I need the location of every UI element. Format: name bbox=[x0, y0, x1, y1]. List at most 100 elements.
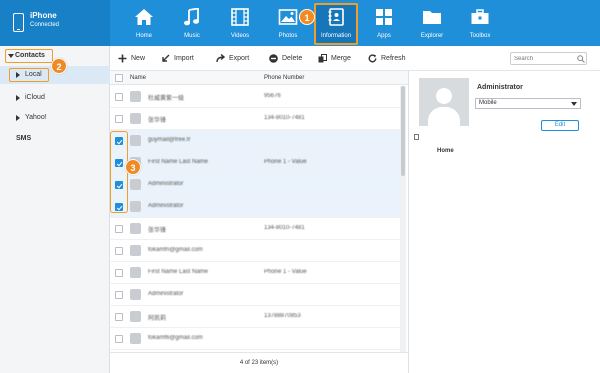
collapse-arrow-icon bbox=[16, 95, 20, 101]
callout-badge-3: 3 bbox=[125, 159, 141, 175]
row-checkbox[interactable] bbox=[115, 335, 123, 343]
nav-videos[interactable]: Videos bbox=[216, 0, 264, 46]
column-header-name[interactable]: Name bbox=[130, 75, 146, 81]
nav-information[interactable]: Information bbox=[312, 0, 360, 46]
phone-number-cell: 134-8010-7481 bbox=[264, 225, 305, 231]
phone-number-cell: Phone 1 - Value bbox=[264, 159, 307, 165]
row-checkbox[interactable] bbox=[115, 313, 123, 321]
table-row[interactable]: Administrator bbox=[110, 196, 400, 218]
phone-type-select[interactable]: Mobile bbox=[475, 98, 581, 109]
nav-toolbox[interactable]: Toolbox bbox=[456, 0, 504, 46]
nav-label: Home bbox=[135, 33, 152, 39]
phone-type-value: Mobile bbox=[479, 100, 497, 106]
contact-name-cell: 阿凯莉 bbox=[148, 316, 167, 322]
contact-name-cell: fokamfn@gmail.com bbox=[148, 247, 203, 253]
contact-name-cell: 张华锋 bbox=[148, 228, 167, 234]
column-header-phone[interactable]: Phone Number bbox=[264, 75, 304, 81]
bookmark-icon bbox=[414, 134, 419, 140]
nav-label: Apps bbox=[377, 33, 391, 39]
table-row[interactable]: Administrator bbox=[110, 284, 400, 306]
export-arrow-icon bbox=[216, 54, 225, 63]
sidebar-item-label: iCloud bbox=[25, 94, 45, 101]
contact-detail-panel: Administrator Mobile Edit Home bbox=[408, 71, 600, 373]
contact-name-cell: Administrator bbox=[148, 291, 184, 297]
row-checkbox[interactable] bbox=[115, 225, 123, 233]
table-footer: 4 of 23 item(s) bbox=[110, 352, 408, 373]
contact-avatar bbox=[130, 245, 141, 256]
row-checkbox[interactable] bbox=[115, 291, 123, 299]
nav-home[interactable]: Home bbox=[120, 0, 168, 46]
phone-number-cell: 95676 bbox=[264, 93, 281, 99]
table-row[interactable]: fokamf6@gmail.com bbox=[110, 328, 400, 350]
contact-avatar bbox=[130, 91, 141, 102]
checked-rows-highlight bbox=[110, 131, 128, 213]
edit-button[interactable]: Edit bbox=[541, 120, 579, 131]
sidebar-item-icloud[interactable]: iCloud bbox=[0, 90, 110, 106]
avatar-head bbox=[436, 88, 452, 104]
search-box[interactable] bbox=[510, 52, 587, 65]
contact-avatar bbox=[130, 311, 141, 322]
table-row[interactable]: 杜威黄紫一级 95676 bbox=[110, 86, 400, 108]
table-row[interactable]: First Name Last Name Phone 1 - Value bbox=[110, 262, 400, 284]
toolbox-icon bbox=[471, 9, 489, 24]
refresh-icon bbox=[368, 54, 377, 63]
nav-explorer[interactable]: Explorer bbox=[408, 0, 456, 46]
new-label: New bbox=[131, 55, 146, 62]
table-row[interactable]: 张华锋 134-8010-7481 bbox=[110, 108, 400, 130]
table-row[interactable]: fokamfn@gmail.com bbox=[110, 240, 400, 262]
phone-number-cell: Phone 1 - Value bbox=[264, 269, 307, 275]
sidebar-item-contacts[interactable]: Contacts bbox=[5, 49, 53, 63]
table-row[interactable]: First Name Last Name Phone 1 - Value bbox=[110, 152, 400, 174]
top-bar: iPhone Connected Home Music Videos Photo… bbox=[0, 0, 600, 46]
table-row[interactable]: Administrator bbox=[110, 174, 400, 196]
table-scrollbar[interactable] bbox=[400, 86, 406, 352]
folder-icon bbox=[423, 11, 441, 24]
sidebar-item-sms[interactable]: SMS bbox=[16, 135, 31, 142]
callout-badge-2: 2 bbox=[51, 58, 67, 74]
film-icon bbox=[231, 8, 249, 26]
search-icon bbox=[577, 55, 585, 63]
search-input[interactable] bbox=[514, 54, 574, 64]
table-row[interactable]: 张华锋 134-8010-7481 bbox=[110, 218, 400, 240]
row-checkbox[interactable] bbox=[115, 93, 123, 101]
sidebar-item-label: Yahoo! bbox=[25, 114, 47, 121]
import-label: Import bbox=[174, 55, 194, 62]
contact-avatar bbox=[130, 333, 141, 344]
item-count: 4 of 23 item(s) bbox=[239, 360, 279, 366]
minus-circle-icon bbox=[269, 54, 278, 63]
sidebar-item-label: Local bbox=[25, 71, 42, 78]
contact-avatar bbox=[130, 179, 141, 190]
merge-label: Merge bbox=[331, 55, 351, 62]
contact-name-cell: 杜威黄紫一级 bbox=[148, 96, 185, 102]
table-row[interactable]: guymail@free.fr bbox=[110, 130, 400, 152]
contact-photo[interactable] bbox=[419, 78, 469, 126]
callout-badge-1: 1 bbox=[299, 9, 315, 25]
nav-music[interactable]: Music bbox=[168, 0, 216, 46]
device-status: Connected bbox=[30, 22, 60, 28]
contact-name-cell: First Name Last Name bbox=[148, 159, 209, 165]
select-all-checkbox[interactable] bbox=[115, 74, 123, 82]
sidebar-item-label: Contacts bbox=[15, 52, 45, 59]
row-checkbox[interactable] bbox=[115, 247, 123, 255]
nav-label: Explorer bbox=[420, 33, 444, 39]
device-panel[interactable]: iPhone Connected bbox=[0, 0, 110, 46]
row-checkbox[interactable] bbox=[115, 269, 123, 277]
refresh-label: Refresh bbox=[381, 55, 406, 62]
nav-apps[interactable]: Apps bbox=[360, 0, 408, 46]
phone-number-cell: 134-8010-7481 bbox=[264, 115, 305, 121]
sidebar-item-yahoo[interactable]: Yahoo! bbox=[0, 110, 110, 126]
contact-name-cell: fokamf6@gmail.com bbox=[148, 335, 203, 341]
scrollbar-thumb[interactable] bbox=[401, 86, 405, 176]
chevron-down-icon bbox=[571, 102, 577, 106]
sidebar: Contacts Local iCloud Yahoo! SMS bbox=[0, 46, 110, 373]
nav-label: Videos bbox=[230, 33, 250, 39]
contact-name: Administrator bbox=[477, 84, 523, 91]
home-icon bbox=[135, 9, 153, 25]
collapse-arrow-icon bbox=[16, 72, 20, 78]
phone-number-cell: 13788870853 bbox=[264, 313, 301, 319]
contact-avatar bbox=[130, 201, 141, 212]
contact-name-cell: guymail@free.fr bbox=[148, 137, 191, 143]
row-checkbox[interactable] bbox=[115, 115, 123, 123]
table-row[interactable]: 阿凯莉 13788870853 bbox=[110, 306, 400, 328]
avatar-body bbox=[428, 107, 460, 126]
